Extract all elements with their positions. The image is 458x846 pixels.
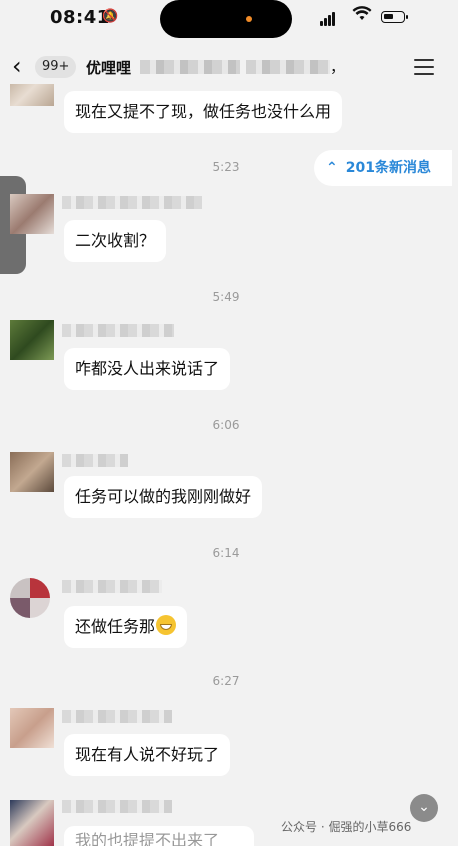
avatar[interactable] [10, 452, 54, 492]
sender-name [62, 800, 172, 813]
bell-slash-icon: 🔕 [102, 9, 119, 24]
chevron-left-icon[interactable]: ‹ [12, 52, 22, 80]
message-bubble[interactable]: 我的也提提不出来了 [64, 826, 254, 846]
sender-name [62, 324, 174, 337]
dynamic-island [160, 0, 292, 38]
timestamp: 5:49 [212, 290, 240, 304]
timestamp: 6:14 [212, 546, 240, 560]
avatar[interactable] [10, 84, 54, 106]
timestamp: 6:06 [212, 418, 240, 432]
timestamp: 6:27 [212, 674, 240, 688]
message-bubble[interactable]: 二次收割？ [64, 220, 167, 262]
avatar[interactable] [10, 578, 50, 618]
chat-title: 优哩哩 [86, 59, 132, 77]
message-bubble[interactable]: 咋都没人出来说话了 [64, 348, 231, 390]
blurred-title [246, 60, 330, 74]
status-bar: 08:41 🔕 [0, 0, 458, 38]
grinning-face-emoji [156, 615, 177, 635]
message-bubble[interactable]: 还做任务那 [64, 606, 188, 648]
avatar[interactable] [10, 708, 54, 748]
blurred-title [140, 60, 240, 74]
battery-icon [381, 11, 408, 23]
sender-name [62, 196, 202, 209]
title-comma: ， [330, 58, 346, 76]
watermark: 公众号 · 倔强的小草666 [281, 820, 412, 834]
message-text: 还做任务那 [75, 617, 156, 636]
chevron-down-icon[interactable]: ⌄ [410, 794, 438, 822]
avatar[interactable] [10, 800, 54, 846]
message-bubble[interactable]: 现在又提不了现，做任务也没什么用 [64, 91, 343, 133]
wifi-icon [352, 6, 372, 26]
status-time: 08:41 [50, 7, 110, 28]
chat-header: ‹ 99+ 优哩哩 ， [0, 46, 458, 88]
signal-icon [320, 11, 336, 30]
unread-badge[interactable]: 99+ [35, 56, 77, 78]
sender-name [62, 710, 172, 723]
avatar[interactable] [10, 320, 54, 360]
timestamp: 5:23 [212, 160, 240, 174]
hamburger-menu-icon[interactable] [414, 59, 434, 80]
message-bubble[interactable]: 现在有人说不好玩了 [64, 734, 231, 776]
sender-name [62, 580, 162, 593]
sender-name [62, 454, 128, 467]
message-bubble[interactable]: 任务可以做的我刚刚做好 [64, 476, 263, 518]
avatar[interactable] [10, 194, 54, 234]
